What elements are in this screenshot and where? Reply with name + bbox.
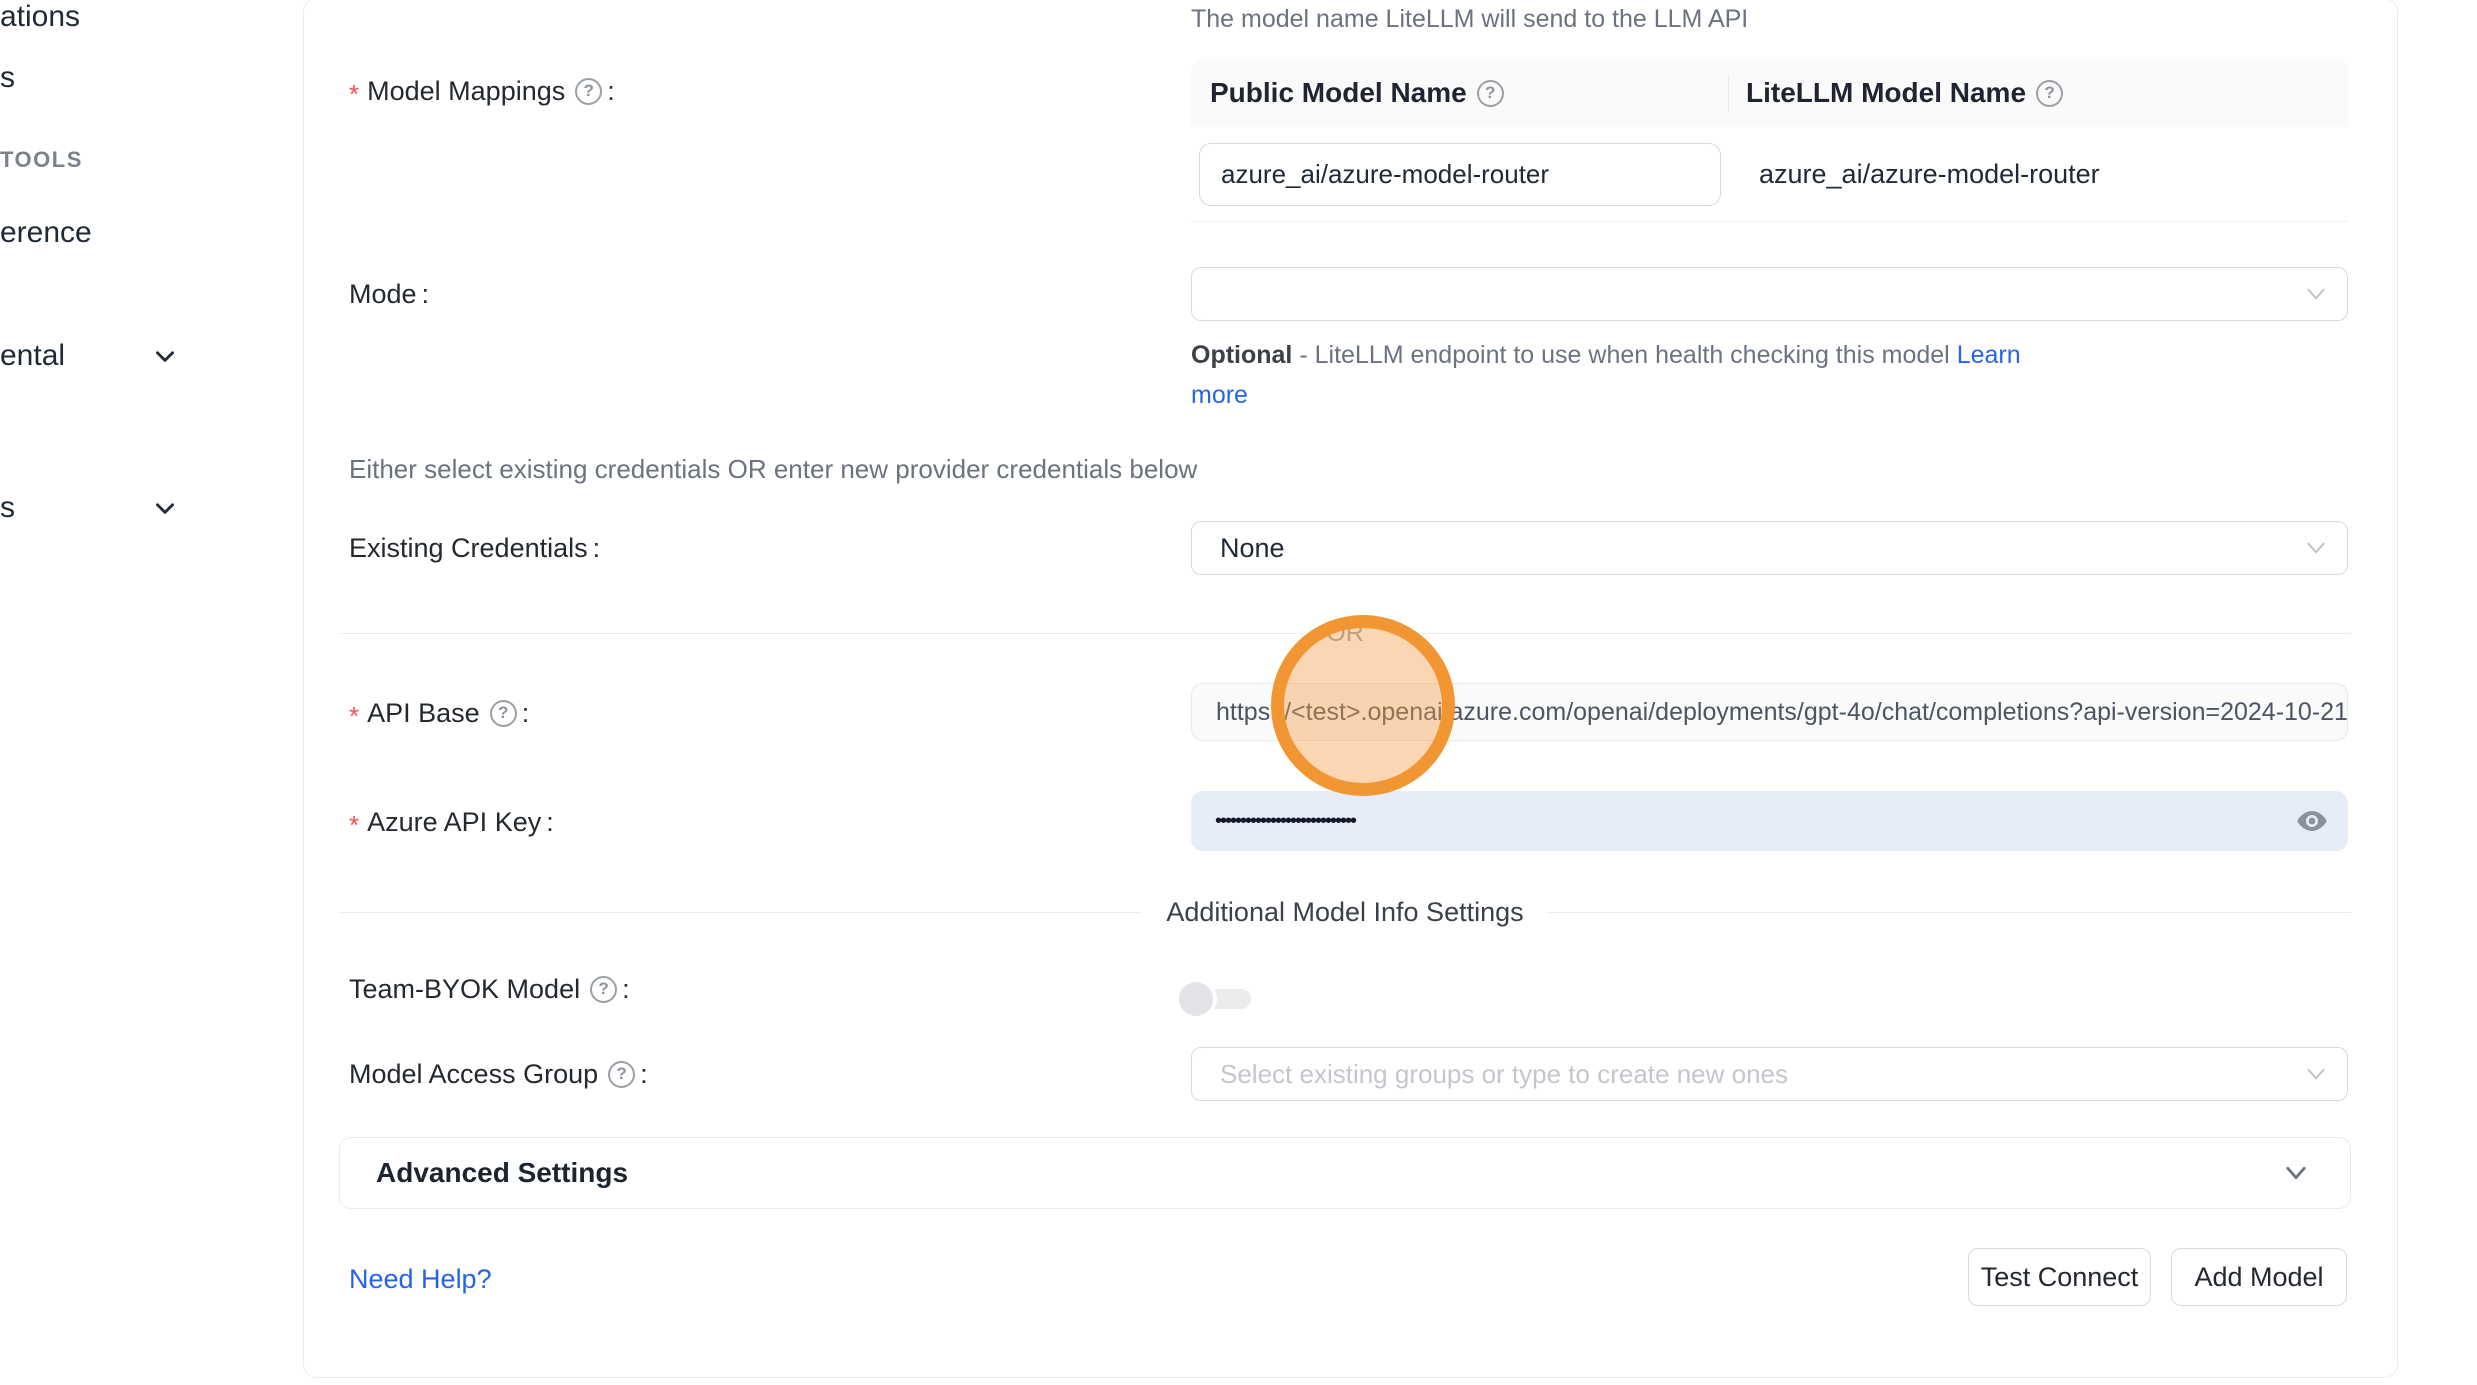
model-access-group-label: Model Access Group ? : xyxy=(349,1047,648,1101)
help-icon[interactable]: ? xyxy=(590,976,617,1003)
sidebar-item-api-reference[interactable]: erence xyxy=(0,217,92,249)
team-byok-label: Team-BYOK Model ? : xyxy=(349,969,630,1009)
sidebar: ations s TOOLS erence ental s xyxy=(0,0,303,1385)
additional-info-divider-text: Additional Model Info Settings xyxy=(1142,897,1547,928)
help-icon[interactable]: ? xyxy=(490,700,517,727)
eye-icon[interactable] xyxy=(2296,805,2328,837)
add-model-button[interactable]: Add Model xyxy=(2171,1248,2347,1306)
mode-label: Mode : xyxy=(349,267,429,321)
sidebar-item-label: ations xyxy=(0,0,80,33)
help-icon[interactable]: ? xyxy=(575,78,602,105)
litellm-model-name-hint: The model name LiteLLM will send to the … xyxy=(1191,5,1748,34)
litellm-model-name-value: azure_ai/azure-model-router xyxy=(1728,159,2348,190)
sidebar-section-tools: TOOLS xyxy=(0,148,83,172)
help-icon[interactable]: ? xyxy=(2036,80,2063,107)
table-row: azure_ai/azure-model-router xyxy=(1191,127,2348,221)
test-connect-button[interactable]: Test Connect xyxy=(1968,1248,2151,1306)
column-header-public-model-name: Public Model Name ? xyxy=(1191,77,1728,109)
or-divider-text: OR xyxy=(1304,619,1386,648)
mode-select[interactable] xyxy=(1191,267,2348,321)
need-help-link[interactable]: Need Help? xyxy=(349,1255,492,1303)
api-base-input[interactable]: https://<test>.openai.azure.com/openai/d… xyxy=(1191,683,2348,741)
azure-api-key-label: * Azure API Key : xyxy=(349,793,554,851)
required-asterisk: * xyxy=(349,701,359,732)
advanced-settings-label: Advanced Settings xyxy=(340,1157,628,1189)
model-mappings-table-header: Public Model Name ? LiteLLM Model Name ? xyxy=(1191,59,2348,127)
azure-api-key-input[interactable] xyxy=(1191,791,2348,851)
additional-info-divider: Additional Model Info Settings xyxy=(339,897,2351,927)
divider-line xyxy=(1548,912,2351,913)
help-icon[interactable]: ? xyxy=(1477,80,1504,107)
chevron-down-icon xyxy=(2303,535,2329,561)
chevron-down-icon xyxy=(2282,1159,2310,1187)
column-header-litellm-model-name: LiteLLM Model Name ? xyxy=(1728,75,2348,111)
sidebar-item-organizations[interactable]: ations xyxy=(0,1,80,33)
existing-credentials-label: Existing Credentials : xyxy=(349,521,600,575)
chevron-down-icon[interactable] xyxy=(152,495,178,521)
model-access-group-placeholder: Select existing groups or type to create… xyxy=(1192,1059,1788,1090)
advanced-settings-panel[interactable]: Advanced Settings xyxy=(339,1137,2351,1209)
toggle-knob xyxy=(1179,982,1213,1016)
divider-line xyxy=(1386,633,2351,634)
sidebar-item-label: s xyxy=(0,491,15,524)
chevron-down-icon xyxy=(2303,281,2329,307)
team-byok-toggle[interactable] xyxy=(1179,982,1251,1016)
help-icon[interactable]: ? xyxy=(608,1061,635,1088)
api-base-label: * API Base ? : xyxy=(349,685,529,741)
chevron-down-icon[interactable] xyxy=(152,343,178,369)
azure-api-key-field xyxy=(1191,791,2348,851)
model-access-group-select[interactable]: Select existing groups or type to create… xyxy=(1191,1047,2348,1101)
or-divider: OR xyxy=(339,619,2351,647)
mode-help-text: Optional - LiteLLM endpoint to use when … xyxy=(1191,335,2036,415)
sidebar-item-label: ental xyxy=(0,339,65,372)
sidebar-item-settings[interactable]: s xyxy=(0,492,15,524)
required-asterisk: * xyxy=(349,810,359,841)
sidebar-section-label: TOOLS xyxy=(0,147,83,172)
sidebar-item-label: erence xyxy=(0,216,92,249)
divider-line xyxy=(339,633,1304,634)
chevron-down-icon xyxy=(2303,1061,2329,1087)
public-model-name-input[interactable] xyxy=(1199,143,1721,206)
sidebar-item-label: s xyxy=(0,61,15,94)
existing-credentials-value: None xyxy=(1192,533,1285,564)
add-model-form-card: The model name LiteLLM will send to the … xyxy=(303,0,2398,1378)
sidebar-item-experimental[interactable]: ental xyxy=(0,340,65,372)
model-mappings-label: * Model Mappings ? : xyxy=(349,71,615,111)
existing-credentials-select[interactable]: None xyxy=(1191,521,2348,575)
credentials-note: Either select existing credentials OR en… xyxy=(349,454,1197,485)
sidebar-item[interactable]: s xyxy=(0,62,15,94)
divider-line xyxy=(339,912,1142,913)
model-mappings-table: Public Model Name ? LiteLLM Model Name ?… xyxy=(1191,59,2348,222)
required-asterisk: * xyxy=(349,79,359,110)
